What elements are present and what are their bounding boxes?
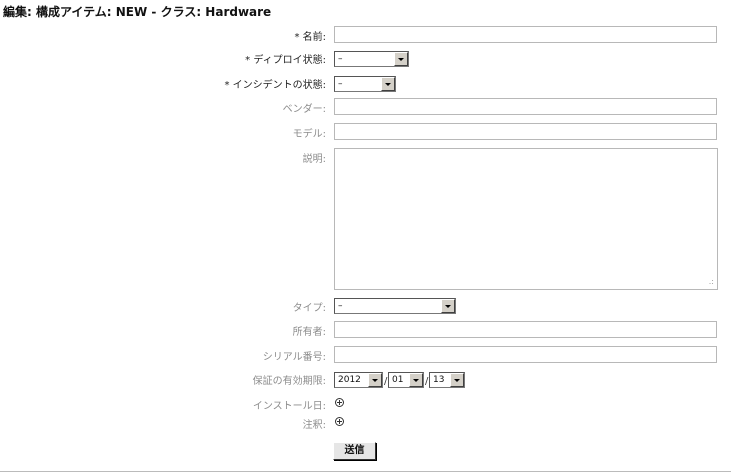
plus-circle-icon[interactable]: [335, 398, 344, 407]
serial-label: シリアル番号:: [262, 352, 326, 363]
chevron-down-icon[interactable]: [394, 52, 408, 66]
chevron-down-icon[interactable]: [381, 77, 395, 91]
description-label: 説明:: [302, 154, 326, 165]
deploy-state-select[interactable]: –: [334, 51, 409, 67]
date-separator: /: [425, 376, 429, 387]
notes-label: 注釈:: [302, 420, 326, 431]
chevron-down-icon[interactable]: [368, 373, 382, 387]
model-label: モデル:: [292, 129, 326, 140]
incident-state-value: –: [338, 79, 343, 89]
install-date-label: インストール日:: [252, 401, 326, 412]
warranty-year-value: 2012: [338, 375, 361, 385]
page-title: 編集: 構成アイテム: NEW - クラス: Hardware: [3, 5, 272, 19]
plus-circle-icon[interactable]: [335, 417, 344, 426]
warranty-year-select[interactable]: 2012: [334, 372, 383, 388]
date-separator: /: [384, 376, 388, 387]
type-value: –: [338, 301, 343, 311]
deploy-state-label: * ディプロイ状態:: [245, 55, 326, 66]
incident-state-select[interactable]: –: [334, 76, 396, 92]
serial-input[interactable]: [334, 346, 717, 363]
resize-grip-icon[interactable]: .:: [709, 278, 714, 286]
warranty-month-value: 01: [392, 375, 404, 385]
chevron-down-icon[interactable]: [441, 299, 455, 313]
vendor-label: ベンダー:: [282, 104, 326, 115]
warranty-label: 保証の有効期限:: [252, 376, 326, 387]
divider: [0, 471, 731, 472]
model-input[interactable]: [334, 123, 717, 140]
type-select[interactable]: –: [334, 298, 456, 314]
submit-button[interactable]: 送信: [333, 442, 376, 460]
incident-state-label: * インシデントの状態:: [224, 80, 326, 91]
warranty-day-value: 13: [433, 375, 445, 385]
owner-input[interactable]: [334, 321, 717, 338]
chevron-down-icon[interactable]: [450, 373, 464, 387]
warranty-day-select[interactable]: 13: [429, 372, 465, 388]
name-input[interactable]: [334, 26, 717, 43]
type-label: タイプ:: [292, 303, 326, 314]
description-textarea[interactable]: .:: [334, 148, 718, 290]
chevron-down-icon[interactable]: [409, 373, 423, 387]
owner-label: 所有者:: [292, 327, 326, 338]
deploy-state-value: –: [338, 54, 343, 64]
warranty-month-select[interactable]: 01: [388, 372, 424, 388]
name-label: * 名前:: [294, 32, 326, 43]
vendor-input[interactable]: [334, 98, 717, 115]
